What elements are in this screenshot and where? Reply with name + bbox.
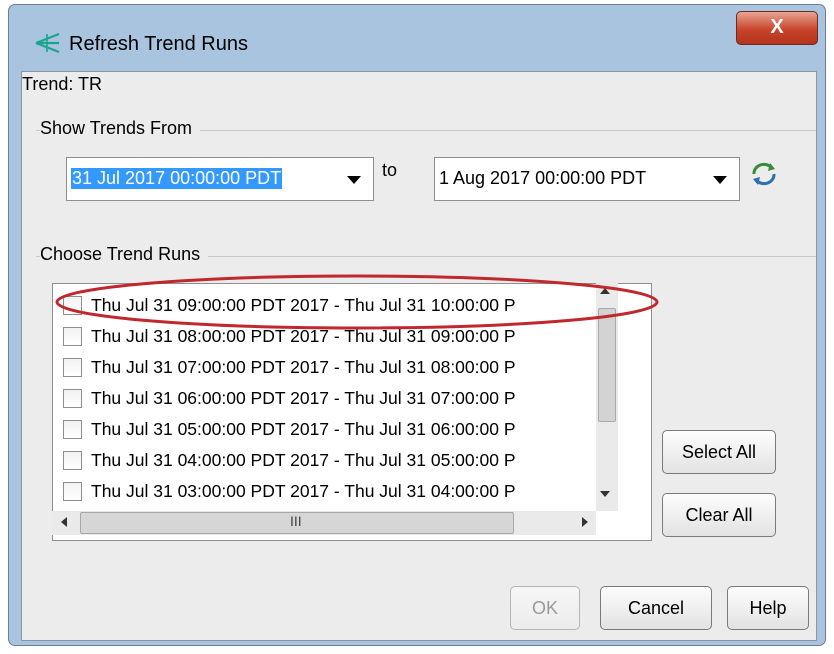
list-item[interactable]: Thu Jul 31 07:00:00 PDT 2017 - Thu Jul 3… xyxy=(63,352,623,384)
from-date-value: 31 Jul 2017 00:00:00 PDT xyxy=(71,168,283,189)
to-date-combo[interactable]: 1 Aug 2017 00:00:00 PDT xyxy=(434,157,740,201)
cancel-button[interactable]: Cancel xyxy=(600,586,712,630)
run-label: Thu Jul 31 07:00:00 PDT 2017 - Thu Jul 3… xyxy=(91,357,516,377)
run-checkbox[interactable] xyxy=(63,296,82,315)
vertical-scroll-thumb[interactable] xyxy=(598,308,616,422)
clear-all-button[interactable]: Clear All xyxy=(662,493,776,537)
show-trends-group-title: Show Trends From xyxy=(40,118,201,139)
select-all-button[interactable]: Select All xyxy=(662,430,776,474)
list-item[interactable]: Thu Jul 31 06:00:00 PDT 2017 - Thu Jul 3… xyxy=(63,383,623,415)
scroll-grip-icon: III xyxy=(290,513,302,529)
run-checkbox[interactable] xyxy=(63,482,82,501)
help-button[interactable]: Help xyxy=(727,586,809,630)
trend-app-icon xyxy=(35,32,60,54)
run-label: Thu Jul 31 05:00:00 PDT 2017 - Thu Jul 3… xyxy=(91,419,516,439)
run-label: Thu Jul 31 09:00:00 PDT 2017 - Thu Jul 3… xyxy=(91,295,516,315)
run-checkbox[interactable] xyxy=(63,327,82,346)
list-item[interactable]: Thu Jul 31 03:00:00 PDT 2017 - Thu Jul 3… xyxy=(63,476,623,508)
run-checkbox[interactable] xyxy=(63,451,82,470)
scroll-down-icon[interactable] xyxy=(600,491,610,497)
from-date-combo[interactable]: 31 Jul 2017 00:00:00 PDT xyxy=(66,157,374,201)
window-title: Refresh Trend Runs xyxy=(69,33,248,55)
list-item[interactable]: Thu Jul 31 04:00:00 PDT 2017 - Thu Jul 3… xyxy=(63,445,623,477)
run-label: Thu Jul 31 03:00:00 PDT 2017 - Thu Jul 3… xyxy=(91,481,516,501)
chevron-down-icon[interactable] xyxy=(713,176,727,184)
run-checkbox[interactable] xyxy=(63,420,82,439)
title-bar[interactable]: Refresh Trend Runs X xyxy=(9,5,825,71)
run-checkbox[interactable] xyxy=(63,358,82,377)
refresh-icon[interactable] xyxy=(748,160,780,188)
chevron-down-icon[interactable] xyxy=(347,176,361,184)
run-label: Thu Jul 31 06:00:00 PDT 2017 - Thu Jul 3… xyxy=(91,388,516,408)
choose-runs-group-title: Choose Trend Runs xyxy=(40,244,209,265)
run-label: Thu Jul 31 04:00:00 PDT 2017 - Thu Jul 3… xyxy=(91,450,516,470)
list-item[interactable]: Thu Jul 31 05:00:00 PDT 2017 - Thu Jul 3… xyxy=(63,414,623,446)
scroll-up-icon[interactable] xyxy=(600,288,610,294)
to-label: to xyxy=(382,160,398,180)
close-icon: X xyxy=(770,16,784,38)
scroll-right-icon[interactable] xyxy=(582,517,588,527)
trend-label: Trend: TR xyxy=(22,74,103,94)
close-button[interactable]: X xyxy=(736,11,818,45)
ok-button[interactable]: OK xyxy=(510,586,580,630)
trend-runs-list[interactable]: Thu Jul 31 09:00:00 PDT 2017 - Thu Jul 3… xyxy=(52,283,652,541)
scroll-left-icon[interactable] xyxy=(61,517,67,527)
list-item[interactable]: Thu Jul 31 08:00:00 PDT 2017 - Thu Jul 3… xyxy=(63,321,623,353)
run-label: Thu Jul 31 08:00:00 PDT 2017 - Thu Jul 3… xyxy=(91,326,516,346)
run-checkbox[interactable] xyxy=(63,389,82,408)
to-date-value: 1 Aug 2017 00:00:00 PDT xyxy=(439,168,647,188)
list-item[interactable]: Thu Jul 31 09:00:00 PDT 2017 - Thu Jul 3… xyxy=(63,290,623,322)
